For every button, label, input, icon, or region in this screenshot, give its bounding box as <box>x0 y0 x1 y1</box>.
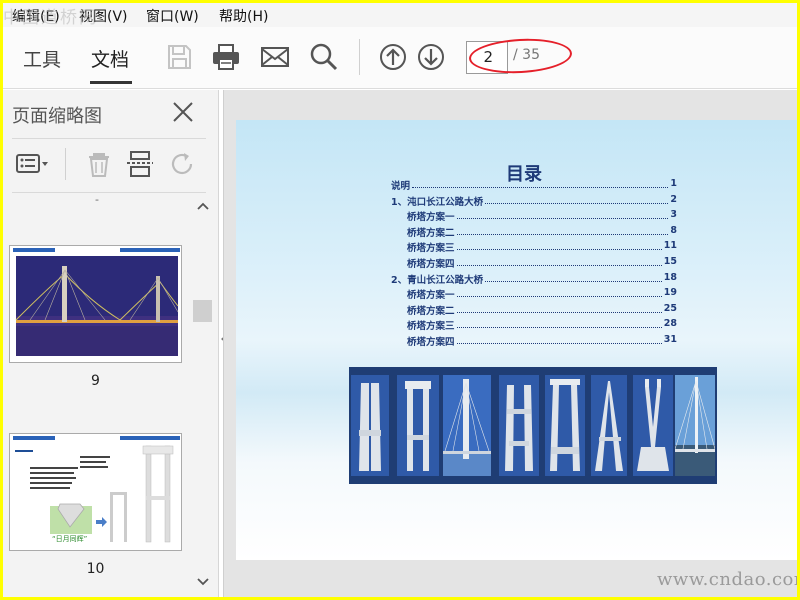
toolbar: 工具 文档 2 / 35 <box>3 27 797 89</box>
tower-image <box>633 375 673 476</box>
mail-icon[interactable] <box>259 41 291 73</box>
toc-entry-page: 8 <box>670 224 677 236</box>
toc-entry-page: 3 <box>670 209 677 221</box>
toolbar-separator <box>359 39 360 75</box>
tower-image <box>591 375 627 476</box>
prev-page-marker: - <box>95 193 99 206</box>
toc-leader-dots <box>456 240 662 251</box>
watermark-bottom: www.cndao.com <box>657 569 797 590</box>
thumbnail-page-10[interactable]: “日月同辉” <box>9 433 182 551</box>
toc-leader-dots <box>456 225 669 235</box>
thumbnail-list: - 9 “日月同辉” 10 <box>3 193 193 597</box>
menu-edit[interactable]: 编辑(E) <box>12 6 60 26</box>
toc-entry-page: 18 <box>663 271 677 283</box>
menu-help[interactable]: 帮助(H) <box>219 6 268 26</box>
rotate-icon[interactable] <box>167 148 201 180</box>
toc-entry-page: 25 <box>663 302 677 314</box>
tab-document[interactable]: 文档 <box>91 45 129 72</box>
tool-separator <box>65 148 66 180</box>
tower-image <box>351 375 389 476</box>
delete-icon[interactable] <box>83 148 117 180</box>
tower-image-strip <box>349 367 717 484</box>
thumbnail-scrollbar[interactable] <box>193 193 215 597</box>
toc-leader-dots <box>485 194 669 204</box>
toc-entry[interactable]: 桥塔方案二 8 <box>407 224 677 239</box>
toc-entry-page: 1 <box>670 178 677 189</box>
toc-entry-text: 1、沌口长江公路大桥 <box>391 196 484 208</box>
toc-entry-page: 19 <box>663 287 677 299</box>
extract-icon[interactable] <box>125 148 159 180</box>
toc-entry[interactable]: 桥塔方案一 3 <box>407 209 677 224</box>
active-tab-indicator <box>90 81 132 84</box>
page-down-icon[interactable] <box>415 41 447 73</box>
tower-image <box>675 375 715 476</box>
page-number-input[interactable]: 2 <box>466 41 508 74</box>
toc-entry[interactable]: 1、沌口长江公路大桥 2 <box>391 193 677 208</box>
toc-entry-page: 15 <box>663 256 677 267</box>
toc-entry[interactable]: 桥塔方案三 11 <box>407 240 677 255</box>
panel-title: 页面缩略图 <box>12 106 102 127</box>
thumbnail-page-9[interactable] <box>9 245 182 363</box>
toc-entry[interactable]: 2、青山长江公路大桥 18 <box>391 271 677 286</box>
thumbnail-caption: “日月同辉” <box>52 535 88 543</box>
page-total: / 35 <box>513 47 540 63</box>
toc-entry-text: 桥塔方案三 <box>407 321 455 333</box>
toc-leader-dots <box>412 178 669 188</box>
toc-entry[interactable]: 桥塔方案四 31 <box>407 334 677 348</box>
tower-image <box>499 375 539 476</box>
tower-image <box>443 375 491 476</box>
tower-image <box>545 375 585 476</box>
toc-entry[interactable]: 桥塔方案四 15 <box>407 256 677 270</box>
thumbnail-label-10: 10 <box>86 561 105 577</box>
tower-image <box>397 375 439 476</box>
thumbnail-label-9: 9 <box>91 373 100 389</box>
search-icon[interactable] <box>308 41 340 73</box>
scrollbar-thumb[interactable] <box>193 300 212 322</box>
toc-entry-page: 11 <box>663 240 677 252</box>
toc-entry-text: 说明 <box>391 181 411 192</box>
divider <box>12 138 206 139</box>
page-up-icon[interactable] <box>377 41 409 73</box>
save-icon[interactable] <box>163 41 195 73</box>
toc-leader-dots <box>456 287 662 298</box>
toc-entry-text: 桥塔方案三 <box>407 243 455 255</box>
toc-entry[interactable]: 桥塔方案一 19 <box>407 287 677 302</box>
menu-view[interactable]: 视图(V) <box>79 6 128 26</box>
print-icon[interactable] <box>210 41 242 73</box>
scroll-down-icon[interactable] <box>197 577 209 587</box>
toc-entry[interactable]: 桥塔方案二 25 <box>407 302 677 317</box>
toc-leader-dots <box>456 318 662 329</box>
tower-design-image <box>10 434 181 550</box>
options-icon[interactable] <box>15 148 49 180</box>
toc-entry[interactable]: 桥塔方案三 28 <box>407 318 677 333</box>
scroll-up-icon[interactable] <box>197 201 209 211</box>
document-page: 目录 说明 1 1、沌口长江公路大桥 2 桥塔方案一 3 桥塔方案二 8 桥塔方案三 11 桥塔方案… <box>236 120 797 560</box>
pdf-reader-window: 编辑(E) 视图(V) 窗口(W) 帮助(H) 中国道桥网 工具 文档 2 / … <box>3 3 797 597</box>
toc-leader-dots <box>456 256 662 266</box>
close-icon[interactable] <box>171 100 195 124</box>
toc-entry-text: 桥塔方案四 <box>407 337 455 348</box>
toc-entry-page: 28 <box>663 318 677 330</box>
toc-entry-page: 31 <box>663 334 677 345</box>
toc-entry-page: 2 <box>670 193 677 205</box>
tab-tools[interactable]: 工具 <box>23 45 61 72</box>
thumbnail-panel: 页面缩略图 - 9 “日月同辉” 10 <box>3 90 219 597</box>
toc-entry-text: 桥塔方案二 <box>407 305 455 317</box>
toc-leader-dots <box>485 272 662 282</box>
toc-leader-dots <box>456 209 669 220</box>
bridge-night-image <box>10 246 181 362</box>
toc-entry-text: 桥塔方案一 <box>407 212 455 224</box>
toc-leader-dots <box>456 303 662 313</box>
toc-entry-text: 2、青山长江公路大桥 <box>391 274 484 286</box>
toc-entry-text: 桥塔方案四 <box>407 259 455 270</box>
menubar: 编辑(E) 视图(V) 窗口(W) 帮助(H) 中国道桥网 <box>3 3 797 28</box>
toc-entry[interactable]: 说明 1 <box>391 178 677 192</box>
document-viewer: 目录 说明 1 1、沌口长江公路大桥 2 桥塔方案一 3 桥塔方案二 8 桥塔方案三 11 桥塔方案… <box>223 90 797 597</box>
toc-entry-text: 桥塔方案一 <box>407 290 455 302</box>
menu-window[interactable]: 窗口(W) <box>146 6 199 26</box>
toc-leader-dots <box>456 334 662 344</box>
toc-entry-text: 桥塔方案二 <box>407 227 455 239</box>
